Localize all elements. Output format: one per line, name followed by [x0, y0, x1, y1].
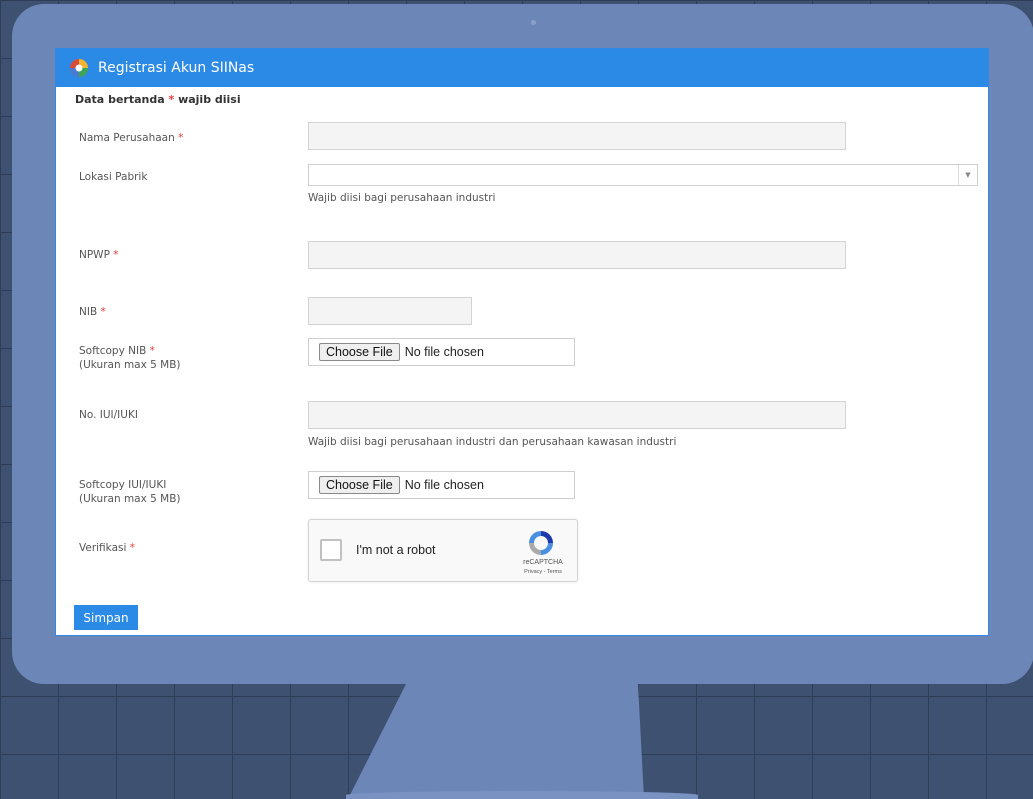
npwp-label: NPWP *: [79, 249, 119, 261]
lokasi-pabrik-select[interactable]: ▼: [308, 164, 978, 186]
lokasi-pabrik-help: Wajib diisi bagi perusahaan industri: [308, 192, 496, 204]
required-star: *: [178, 132, 184, 144]
simpan-button[interactable]: Simpan: [74, 605, 138, 630]
softcopy-iui-label: Softcopy IUI/IUKI (Ukuran max 5 MB): [79, 479, 181, 505]
required-star: *: [113, 249, 119, 261]
required-star: *: [149, 345, 155, 357]
softcopy-iui-file-input[interactable]: Choose File No file chosen: [308, 471, 575, 499]
recaptcha-brand: reCAPTCHA: [523, 559, 563, 566]
softcopy-iui-sublabel: (Ukuran max 5 MB): [79, 493, 181, 505]
monitor-stand: [348, 684, 644, 799]
required-star: *: [100, 306, 106, 318]
npwp-input[interactable]: [308, 241, 846, 269]
recaptcha-label: I'm not a robot: [356, 543, 436, 557]
nib-label: NIB *: [79, 306, 106, 318]
nib-input[interactable]: [308, 297, 472, 325]
file-status: No file chosen: [404, 478, 484, 492]
lokasi-pabrik-label: Lokasi Pabrik: [79, 171, 148, 183]
softcopy-nib-file-input[interactable]: Choose File No file chosen: [308, 338, 575, 366]
choose-file-button[interactable]: Choose File: [319, 343, 400, 361]
recaptcha-checkbox[interactable]: [320, 539, 342, 561]
window-titlebar: Registrasi Akun SIINas: [56, 49, 988, 87]
monitor-stand-base: [346, 791, 698, 799]
required-notice: Data bertanda * wajib diisi: [75, 93, 241, 106]
registration-window: Registrasi Akun SIINas Data bertanda * w…: [55, 48, 989, 636]
no-iui-label: No. IUI/IUKI: [79, 409, 138, 421]
verifikasi-label: Verifikasi *: [79, 542, 135, 554]
camera-dot: [531, 20, 536, 25]
nama-perusahaan-label: Nama Perusahaan *: [79, 132, 184, 144]
recaptcha-icon: [529, 531, 553, 555]
softcopy-nib-label: Softcopy NIB * (Ukuran max 5 MB): [79, 345, 181, 371]
choose-file-button[interactable]: Choose File: [319, 476, 400, 494]
recaptcha-links[interactable]: Privacy - Terms: [513, 569, 573, 575]
required-star: *: [129, 542, 135, 554]
chevron-down-icon[interactable]: ▼: [958, 165, 977, 185]
page-title: Registrasi Akun SIINas: [98, 60, 255, 76]
no-iui-input[interactable]: [308, 401, 846, 429]
siinas-logo-icon: [70, 59, 88, 77]
file-status: No file chosen: [404, 345, 484, 359]
softcopy-nib-sublabel: (Ukuran max 5 MB): [79, 359, 181, 371]
no-iui-help: Wajib diisi bagi perusahaan industri dan…: [308, 436, 677, 448]
recaptcha-widget: I'm not a robot reCAPTCHA Privacy - Term…: [308, 519, 578, 582]
nama-perusahaan-input[interactable]: [308, 122, 846, 150]
